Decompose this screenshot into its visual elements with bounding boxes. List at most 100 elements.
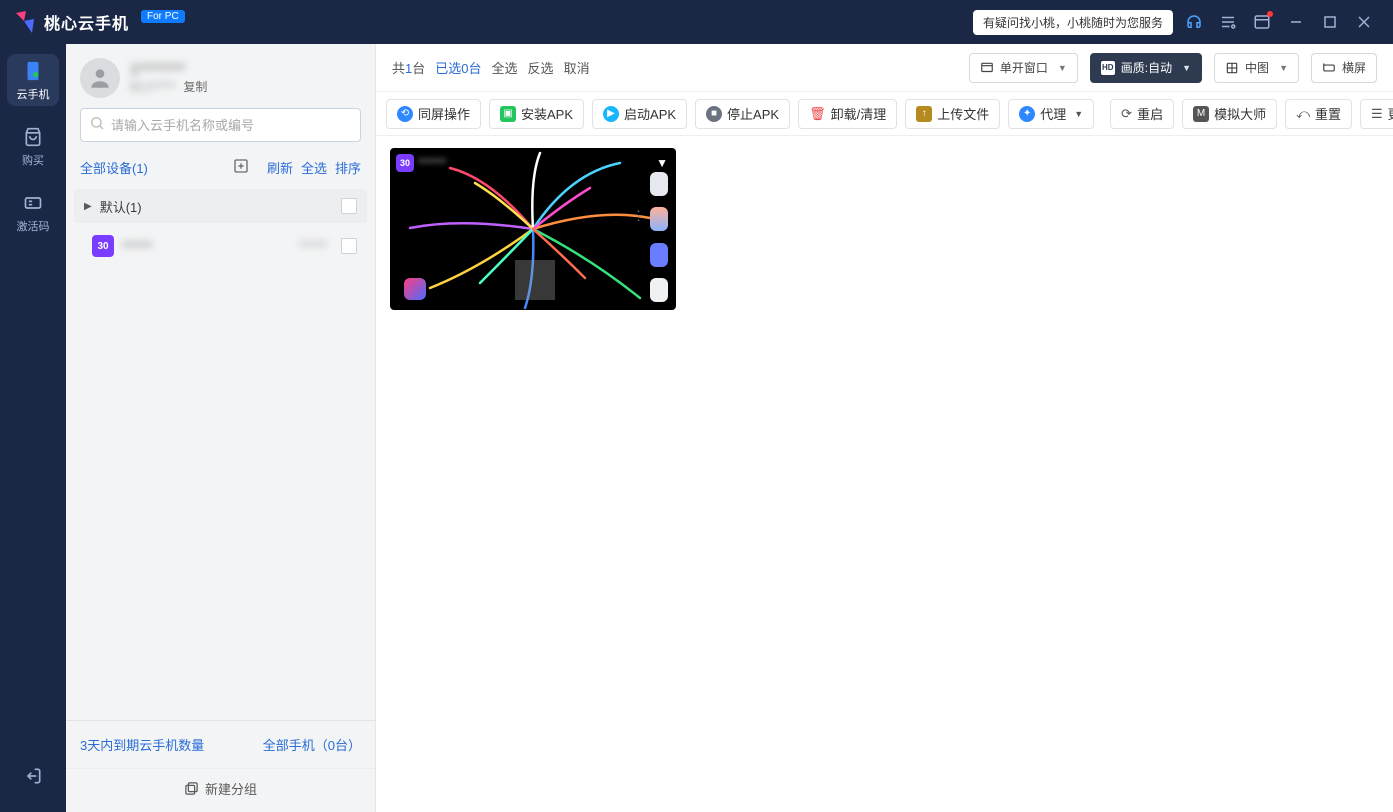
stop-icon: ■ (706, 106, 722, 122)
upload-icon: ↑ (916, 106, 932, 122)
total-count: 共1台 (392, 58, 425, 77)
menu-icon: ☰ (1371, 106, 1383, 122)
upload-file-button[interactable]: ↑上传文件 (905, 99, 1000, 129)
dock-app-icon (650, 172, 668, 196)
dock-app-icon (650, 207, 668, 231)
window-icon (980, 61, 994, 75)
search-input[interactable] (111, 118, 352, 133)
device-canvas: 30 ****** ▼ (376, 136, 1393, 812)
chevron-down-icon: ▼ (1279, 63, 1288, 73)
app-logo: 桃心云手机 For PC (12, 9, 185, 35)
launch-apk-button[interactable]: ▶启动APK (592, 99, 687, 129)
device-status: ****** (299, 239, 327, 253)
sync-icon: ⟲ (397, 106, 413, 122)
side-footer: 3天内到期云手机数量 全部手机（0台） 新建分组 (66, 720, 375, 812)
thumb-size-dropdown[interactable]: 中图 ▼ (1214, 53, 1299, 83)
device-list: ▶ 默认(1) 30 ****** ****** (66, 183, 375, 720)
rail-label: 购买 (22, 152, 44, 168)
sim-master-button[interactable]: M模拟大师 (1182, 99, 1277, 129)
new-group-label: 新建分组 (205, 779, 257, 798)
all-phones-link[interactable]: 全部手机（0台） (263, 735, 361, 754)
device-card[interactable]: 30 ****** ▼ (390, 148, 676, 310)
invert-selection-button[interactable]: 反选 (528, 58, 554, 77)
new-group-button[interactable]: 新建分组 (66, 768, 375, 812)
rail-label: 激活码 (17, 218, 50, 234)
dock-app-icon (650, 278, 668, 302)
reset-button[interactable]: ⤺重置 (1285, 99, 1352, 129)
globe-icon: ✦ (1019, 106, 1035, 122)
notification-panel-icon[interactable] (1245, 5, 1279, 39)
sort-link[interactable]: 排序 (335, 158, 361, 177)
side-panel: 1******** ID:1***** 复制 全部设备(1) 刷新 (66, 44, 376, 812)
quality-dropdown[interactable]: HD 画质:自动 ▼ (1090, 53, 1202, 83)
select-all-link[interactable]: 全选 (301, 158, 327, 177)
stop-apk-button[interactable]: ■停止APK (695, 99, 790, 129)
rotate-icon (1322, 61, 1336, 75)
device-badge-icon: 30 (92, 235, 114, 257)
device-card-name: ****** (418, 156, 446, 170)
chevron-down-icon: ▼ (1058, 63, 1067, 73)
device-list-header: 全部设备(1) 刷新 全选 排序 (66, 152, 375, 183)
dock-app-icon (404, 278, 426, 300)
pc-badge: For PC (141, 10, 185, 23)
refresh-link[interactable]: 刷新 (267, 158, 293, 177)
copy-id-button[interactable]: 复制 (183, 78, 207, 95)
logout-icon[interactable] (7, 750, 59, 802)
device-card-badge-icon: 30 (396, 154, 414, 172)
phone-icon (21, 59, 45, 83)
cancel-selection-button[interactable]: 取消 (564, 58, 590, 77)
close-icon[interactable] (1347, 5, 1381, 39)
select-all-button[interactable]: 全选 (492, 58, 518, 77)
search-box[interactable] (80, 108, 361, 142)
help-pill[interactable]: 有疑问找小桃，小桃随时为您服务 (973, 10, 1173, 35)
all-devices-label[interactable]: 全部设备(1) (80, 158, 148, 177)
top-strip: 共1台 已选0台 全选 反选 取消 单开窗口 ▼ HD 画质:自动 ▼ (376, 44, 1393, 92)
device-group-row[interactable]: ▶ 默认(1) (74, 189, 367, 223)
settings-list-icon[interactable] (1211, 5, 1245, 39)
sync-operation-button[interactable]: ⟲同屏操作 (386, 99, 481, 129)
sim-icon: M (1193, 106, 1209, 122)
add-group-icon[interactable] (233, 158, 249, 177)
rail-item-cloud-phone[interactable]: 云手机 (7, 54, 59, 106)
shopping-bag-icon (21, 125, 45, 149)
device-checkbox[interactable] (341, 238, 357, 254)
selector-box (515, 260, 555, 300)
group-checkbox[interactable] (341, 198, 357, 214)
app-title: 桃心云手机 (44, 10, 129, 34)
titlebar: 桃心云手机 For PC 有疑问找小桃，小桃随时为您服务 (0, 0, 1393, 44)
proxy-button[interactable]: ✦代理▼ (1008, 99, 1094, 129)
hd-icon: HD (1101, 61, 1115, 75)
device-row[interactable]: 30 ****** ****** (74, 229, 367, 263)
trash-icon: 🗑 (809, 106, 826, 122)
search-icon (89, 115, 105, 136)
group-name: 默认(1) (100, 197, 142, 216)
install-apk-button[interactable]: ▣安装APK (489, 99, 584, 129)
restart-button[interactable]: ⟳重启 (1110, 99, 1174, 129)
ticket-icon (21, 191, 45, 215)
user-block: 1******** ID:1***** 复制 (66, 44, 375, 108)
rail-item-activation[interactable]: 激活码 (7, 186, 59, 238)
maximize-icon[interactable] (1313, 5, 1347, 39)
rail-item-buy[interactable]: 购买 (7, 120, 59, 172)
orientation-button[interactable]: 横屏 (1311, 53, 1377, 83)
window-mode-dropdown[interactable]: 单开窗口 ▼ (969, 53, 1078, 83)
android-icon: ▣ (500, 106, 516, 122)
kebab-icon: ⋮ (632, 208, 646, 224)
support-headset-icon[interactable] (1177, 5, 1211, 39)
main-area: 共1台 已选0台 全选 反选 取消 单开窗口 ▼ HD 画质:自动 ▼ (376, 44, 1393, 812)
minimize-icon[interactable] (1279, 5, 1313, 39)
play-icon: ▶ (603, 106, 619, 122)
card-dock (650, 172, 668, 302)
expand-triangle-icon: ▶ (84, 201, 92, 212)
uninstall-button[interactable]: 🗑卸载/清理 (798, 99, 897, 129)
count-block: 共1台 已选0台 全选 反选 取消 (392, 58, 590, 77)
device-name: ****** (122, 239, 152, 254)
expiring-link[interactable]: 3天内到期云手机数量 (80, 735, 204, 754)
selected-count: 已选0台 (435, 58, 481, 77)
toolbar: ⟲同屏操作 ▣安装APK ▶启动APK ■停止APK 🗑卸载/清理 ↑上传文件 … (376, 92, 1393, 136)
more-operations-button[interactable]: ☰更多操作▼ (1360, 99, 1393, 129)
nav-rail: 云手机 购买 激活码 (0, 44, 66, 812)
reset-icon: ⤺ (1296, 106, 1310, 122)
card-menu-icon[interactable]: ▼ (656, 156, 668, 170)
avatar[interactable] (80, 58, 120, 98)
